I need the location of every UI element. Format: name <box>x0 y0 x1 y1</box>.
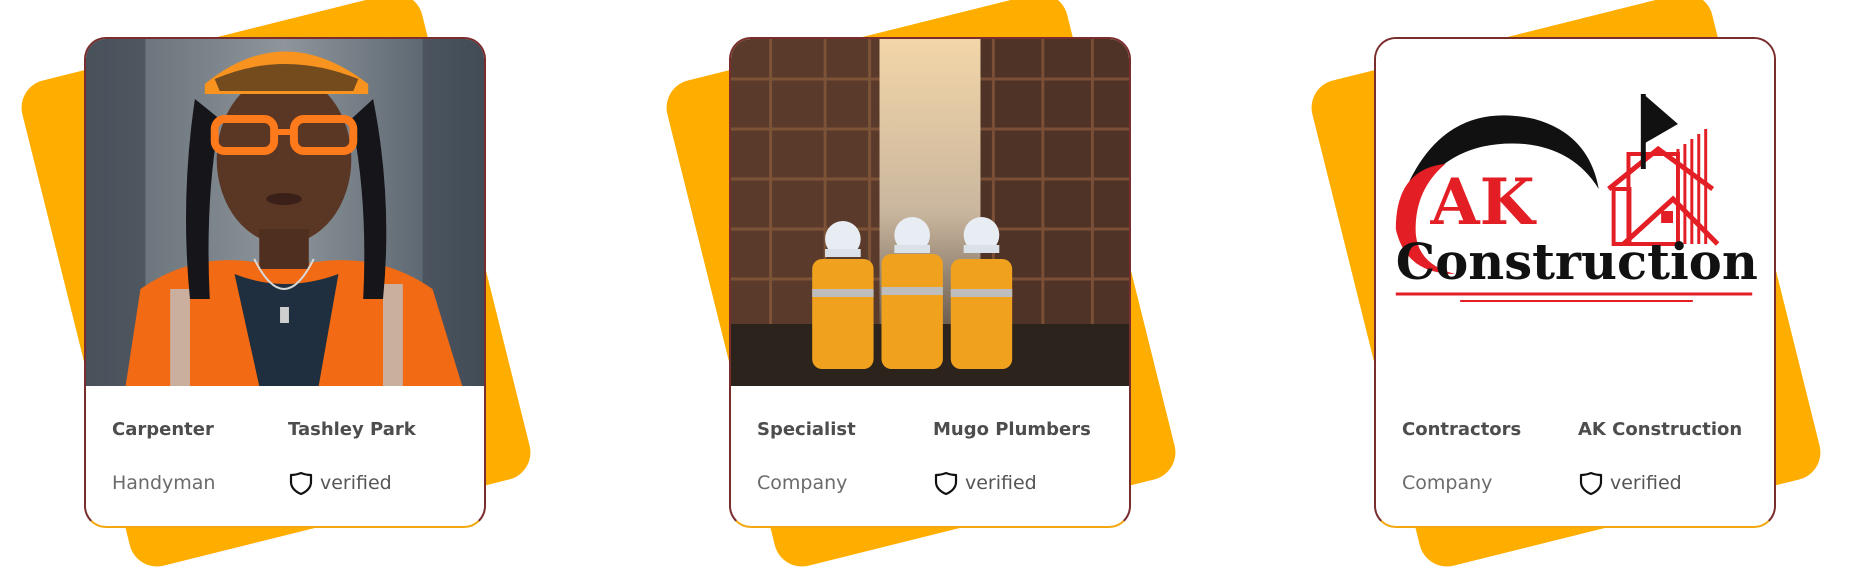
verified-label: verified <box>1610 472 1682 494</box>
profile-card[interactable]: Specialist Mugo Plumbers Company verifie… <box>729 37 1131 528</box>
card-type: Handyman <box>112 472 216 494</box>
verified-label: verified <box>965 472 1037 494</box>
card-name[interactable]: Tashley Park <box>288 419 458 440</box>
card-type: Company <box>757 472 848 494</box>
card-details: Carpenter Tashley Park Handyman verified <box>112 419 458 496</box>
card-role: Carpenter <box>112 419 214 440</box>
company-logo: AK Construction <box>1376 39 1774 386</box>
verified-badge: verified <box>933 470 1103 496</box>
logo-text-construction: Construction <box>1396 232 1758 291</box>
shield-icon <box>1578 470 1604 496</box>
card-name[interactable]: Mugo Plumbers <box>933 419 1103 440</box>
profile-card[interactable]: Carpenter Tashley Park Handyman verified <box>84 37 486 528</box>
card-role: Specialist <box>757 419 856 440</box>
verified-label: verified <box>320 472 392 494</box>
profile-cards-row: Carpenter Tashley Park Handyman verified <box>0 0 1854 572</box>
card-details: Specialist Mugo Plumbers Company verifie… <box>757 419 1103 496</box>
card-type: Company <box>1402 472 1493 494</box>
card-role: Contractors <box>1402 419 1522 440</box>
card-details: Contractors AK Construction Company veri… <box>1402 419 1748 496</box>
verified-badge: verified <box>288 470 458 496</box>
profile-photo <box>86 39 484 386</box>
shield-icon <box>288 470 314 496</box>
card-name[interactable]: AK Construction <box>1578 419 1748 440</box>
profile-card[interactable]: AK Construction Contractors AK Construct… <box>1374 37 1776 528</box>
profile-card-slot: AK Construction Contractors AK Construct… <box>1305 0 1827 572</box>
shield-icon <box>933 470 959 496</box>
profile-card-slot: Carpenter Tashley Park Handyman verified <box>15 0 537 572</box>
verified-badge: verified <box>1578 470 1748 496</box>
profile-card-slot: Specialist Mugo Plumbers Company verifie… <box>660 0 1182 572</box>
construction-site-photo <box>731 39 1129 386</box>
logo-text-ak: AK <box>1429 165 1537 240</box>
